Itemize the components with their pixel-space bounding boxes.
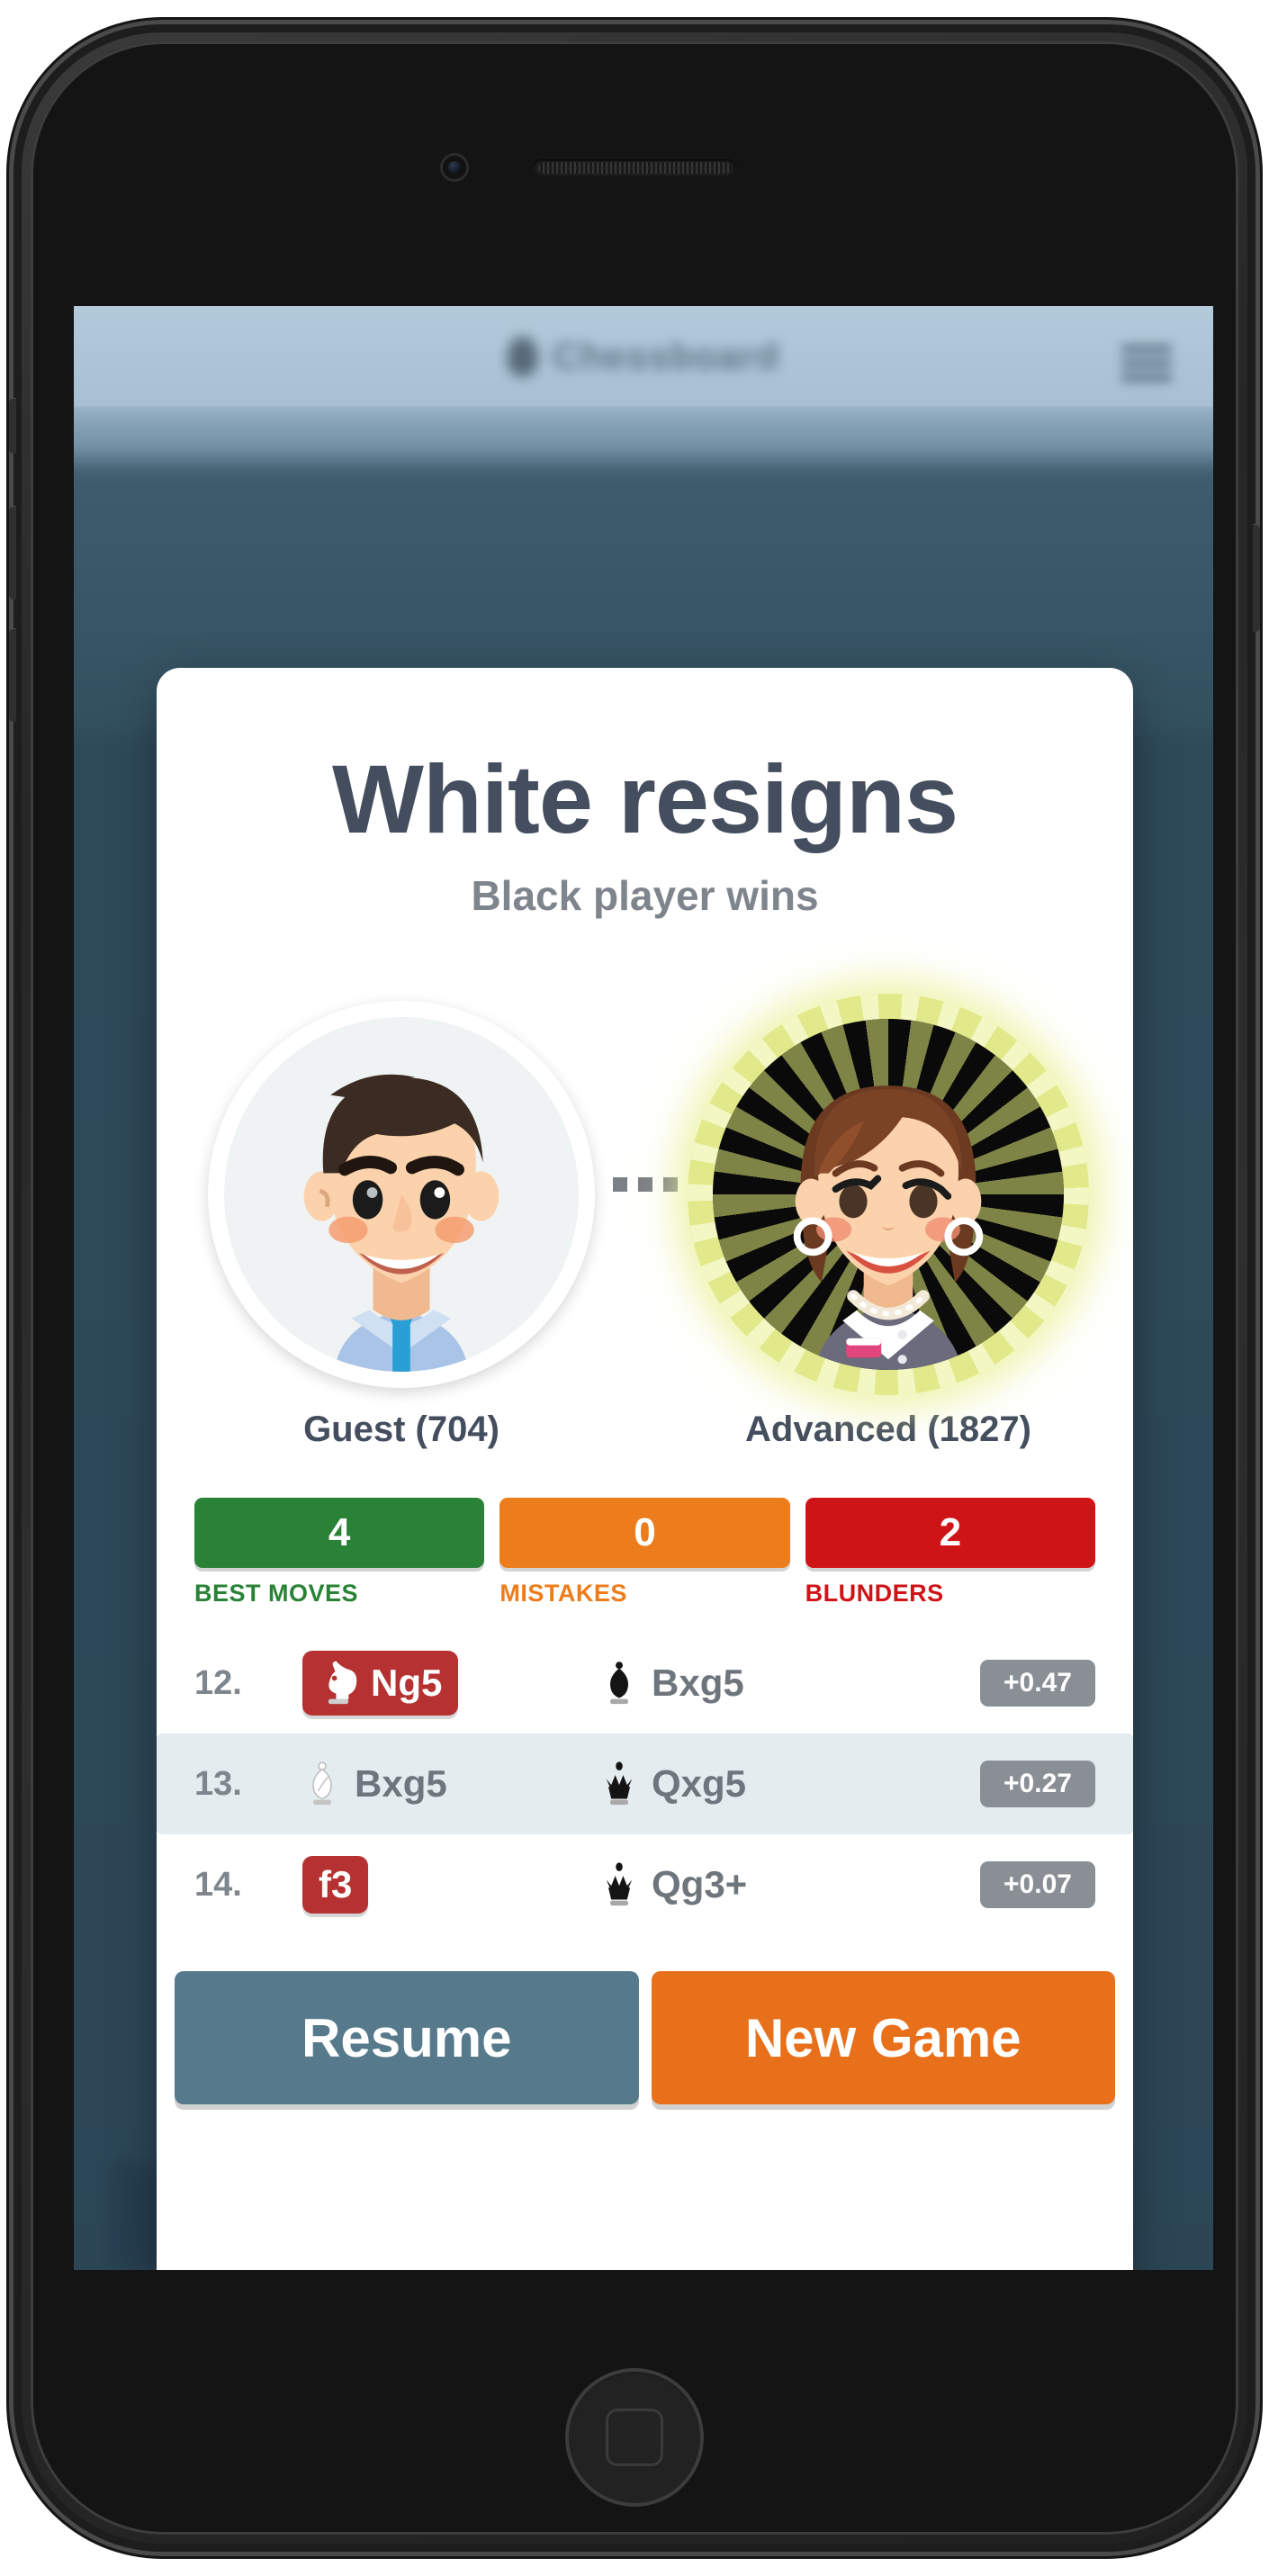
resume-button[interactable]: Resume <box>175 1971 639 2104</box>
move-history-list[interactable]: 12. Ng5 Bxg5 +0.47 13. Bxg5 Qxg5 +0.27 1… <box>157 1633 1133 1935</box>
page-title: White resigns <box>331 744 958 853</box>
table-row[interactable]: 12. Ng5 Bxg5 +0.47 <box>157 1633 1133 1734</box>
black-move[interactable]: Qxg5 <box>599 1759 980 1809</box>
white-knight-icon <box>327 1659 358 1705</box>
black-queen-icon <box>606 1761 633 1806</box>
volume-down-button[interactable] <box>9 628 16 722</box>
table-row[interactable]: 14. f3 Qg3+ +0.07 <box>157 1834 1133 1935</box>
black-move[interactable]: Bxg5 <box>599 1658 980 1708</box>
black-move[interactable]: Qg3+ <box>599 1860 980 1910</box>
app-header-bar: Chessboard <box>74 306 1213 407</box>
table-row[interactable]: 13. Bxg5 Qxg5 +0.27 <box>157 1734 1133 1834</box>
stat-value: 4 <box>194 1498 485 1568</box>
home-button[interactable] <box>565 2368 704 2507</box>
earpiece-speaker <box>533 159 736 176</box>
female-avatar-icon <box>713 1019 1064 1370</box>
white-move[interactable]: Ng5 <box>302 1651 599 1716</box>
game-stats: 4 BEST MOVES 0 MISTAKES 2 BLUNDERS <box>194 1498 1095 1608</box>
white-move-badge[interactable]: Ng5 <box>302 1651 459 1716</box>
camera-lens <box>448 161 461 174</box>
black-move-san: Bxg5 <box>652 1662 744 1704</box>
app-title: Chessboard <box>552 335 780 377</box>
female-avatar-art <box>793 1085 984 1370</box>
dialog-actions: Resume New Game <box>175 1971 1115 2104</box>
stat-best-moves[interactable]: 4 BEST MOVES <box>194 1498 485 1608</box>
avatar[interactable] <box>688 994 1089 1395</box>
white-move[interactable]: Bxg5 <box>302 1759 599 1809</box>
phone-screen: Chessboard White resigns Black player wi… <box>74 306 1213 2270</box>
new-game-button[interactable]: New Game <box>651 1971 1115 2104</box>
result-subtitle: Black player wins <box>471 872 819 919</box>
game-result-dialog: White resigns Black player wins Guest (7… <box>157 668 1133 2270</box>
volume-up-button[interactable] <box>9 506 16 599</box>
status-badge: +0.27 <box>980 1761 1095 1807</box>
move-number: 14. <box>194 1865 242 1904</box>
avatar[interactable] <box>208 1001 595 1388</box>
players-comparison: Guest (704) Advanced (1827) <box>157 988 1133 1449</box>
white-move-san: Ng5 <box>371 1662 443 1704</box>
status-badge: +0.47 <box>980 1660 1095 1707</box>
black-queen-icon <box>606 1862 633 1906</box>
player-black[interactable]: Advanced (1827) <box>672 988 1104 1450</box>
white-move-badge[interactable]: f3 <box>302 1856 369 1914</box>
stat-value: 0 <box>500 1498 790 1568</box>
avatar-white-wrap <box>199 988 604 1393</box>
stat-label: BEST MOVES <box>194 1580 359 1607</box>
speaker-mesh <box>538 162 731 174</box>
silent-switch[interactable] <box>9 398 16 454</box>
home-square-icon <box>606 2409 663 2466</box>
move-number: 12. <box>194 1663 242 1702</box>
male-avatar-art <box>303 1074 500 1372</box>
hamburger-menu-icon[interactable] <box>1121 346 1172 382</box>
stat-mistakes[interactable]: 0 MISTAKES <box>500 1498 790 1608</box>
status-badge: +0.07 <box>980 1861 1095 1908</box>
app-title-group: Chessboard <box>507 335 780 378</box>
black-move-san: Qxg5 <box>652 1762 747 1805</box>
front-camera-icon <box>440 153 469 182</box>
stat-value: 2 <box>805 1498 1095 1568</box>
player-white-name: Guest (704) <box>303 1410 500 1449</box>
stat-blunders[interactable]: 2 BLUNDERS <box>805 1498 1095 1608</box>
chess-pawn-icon <box>507 337 538 376</box>
white-move-san: Bxg5 <box>355 1762 447 1805</box>
player-white[interactable]: Guest (704) <box>185 988 617 1450</box>
stat-label: MISTAKES <box>500 1580 627 1607</box>
white-bishop-icon <box>312 1761 332 1806</box>
white-move-san: f3 <box>319 1863 353 1905</box>
white-move[interactable]: f3 <box>302 1856 599 1914</box>
black-bishop-icon <box>610 1662 628 1705</box>
stat-label: BLUNDERS <box>805 1580 944 1607</box>
versus-separator <box>612 1177 678 1192</box>
male-avatar-icon <box>224 1017 579 1372</box>
player-black-name: Advanced (1827) <box>745 1410 1031 1449</box>
avatar-black-wrap <box>686 988 1091 1395</box>
black-move-san: Qg3+ <box>652 1863 748 1905</box>
move-number: 13. <box>194 1764 242 1803</box>
power-button[interactable] <box>1253 524 1260 632</box>
phone-device-frame: Chessboard White resigns Black player wi… <box>9 20 1260 2556</box>
